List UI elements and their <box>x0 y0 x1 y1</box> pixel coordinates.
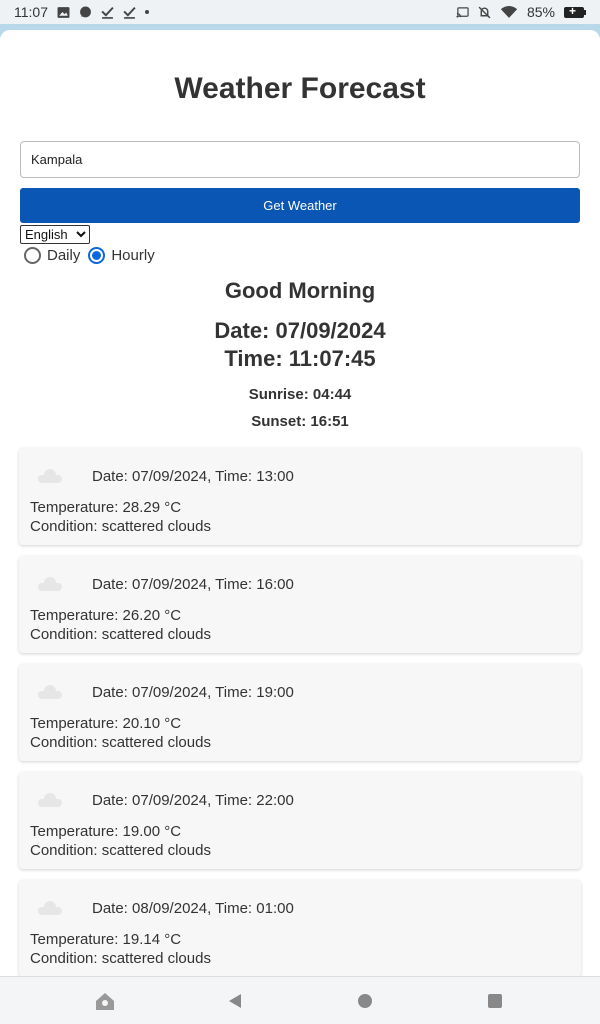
forecast-card-header: Date: 07/09/2024, Time: 16:00 <box>30 566 570 602</box>
check-icon <box>123 6 136 19</box>
check-icon <box>101 6 114 19</box>
forecast-temperature: Temperature: 20.10 °C <box>30 715 182 732</box>
back-icon[interactable] <box>223 989 247 1013</box>
forecast-datetime: Date: 08/09/2024, Time: 01:00 <box>92 899 294 917</box>
sunrise: Sunrise: 04:44 <box>248 386 352 403</box>
greeting: Good Morning <box>224 278 376 303</box>
forecast-temperature: Temperature: 19.14 °C <box>30 931 182 948</box>
sunset: Sunset: 16:51 <box>251 413 349 430</box>
cloud-icon <box>38 577 64 591</box>
cloud-icon <box>38 685 64 699</box>
city-input[interactable] <box>20 141 580 178</box>
status-time: 11:07 <box>14 4 48 20</box>
forecast-card: Date: 08/09/2024, Time: 01:00 Temperatur… <box>19 880 581 976</box>
battery-icon <box>564 4 586 18</box>
forecast-condition: Condition: scattered clouds <box>30 950 211 967</box>
status-right: 85% <box>456 4 586 20</box>
wifi-icon <box>500 5 518 18</box>
get-weather-button[interactable]: Get Weather <box>20 188 580 223</box>
dot-icon <box>145 10 149 14</box>
forecast-card: Date: 07/09/2024, Time: 22:00 Temperatur… <box>19 772 581 869</box>
current-time: Time: 11:07:45 <box>224 346 376 371</box>
daily-radio[interactable] <box>24 247 41 264</box>
battery-percent: 85% <box>526 4 555 20</box>
forecast-datetime: Date: 07/09/2024, Time: 22:00 <box>92 791 294 809</box>
mute-icon <box>478 6 491 18</box>
forecast-list: Date: 07/09/2024, Time: 13:00 Temperatur… <box>19 448 581 976</box>
forecast-card: Date: 07/09/2024, Time: 19:00 Temperatur… <box>19 664 581 761</box>
status-bar: 11:07 85% <box>0 0 600 24</box>
recents-icon[interactable] <box>483 989 507 1013</box>
forecast-card-header: Date: 08/09/2024, Time: 01:00 <box>30 890 570 926</box>
chat-icon <box>80 6 91 17</box>
forecast-condition: Condition: scattered clouds <box>30 626 211 643</box>
forecast-temperature: Temperature: 28.29 °C <box>30 499 182 516</box>
forecast-card-header: Date: 07/09/2024, Time: 13:00 <box>30 458 570 494</box>
app-sheet: Weather Forecast Get Weather English Dai… <box>0 30 600 976</box>
forecast-datetime: Date: 07/09/2024, Time: 13:00 <box>92 467 294 485</box>
image-icon <box>57 6 70 18</box>
daily-radio-label[interactable]: Daily <box>47 247 80 264</box>
forecast-condition: Condition: scattered clouds <box>30 734 211 751</box>
language-select[interactable]: English <box>20 225 90 244</box>
forecast-datetime: Date: 07/09/2024, Time: 16:00 <box>92 575 294 593</box>
current-date: Date: 07/09/2024 <box>214 318 386 343</box>
cloud-icon <box>38 901 64 915</box>
forecast-datetime: Date: 07/09/2024, Time: 19:00 <box>92 683 294 701</box>
forecast-card: Date: 07/09/2024, Time: 13:00 Temperatur… <box>19 448 581 545</box>
cast-icon <box>456 6 469 18</box>
cloud-icon <box>38 793 64 807</box>
forecast-temperature: Temperature: 26.20 °C <box>30 607 182 624</box>
view-mode-radios: Daily Hourly <box>24 247 600 264</box>
forecast-card-header: Date: 07/09/2024, Time: 22:00 <box>30 782 570 818</box>
status-left: 11:07 <box>14 4 149 20</box>
forecast-condition: Condition: scattered clouds <box>30 842 211 859</box>
cloud-icon <box>38 469 64 483</box>
circle-home-icon[interactable] <box>353 989 377 1013</box>
forecast-temperature: Temperature: 19.00 °C <box>30 823 182 840</box>
forecast-card-header: Date: 07/09/2024, Time: 19:00 <box>30 674 570 710</box>
hourly-radio-label[interactable]: Hourly <box>111 247 154 264</box>
page-title: Weather Forecast <box>174 72 426 105</box>
system-nav-bar <box>0 976 600 1024</box>
forecast-card: Date: 07/09/2024, Time: 16:00 Temperatur… <box>19 556 581 653</box>
home-icon[interactable] <box>93 989 117 1013</box>
forecast-condition: Condition: scattered clouds <box>30 518 211 535</box>
hourly-radio[interactable] <box>88 247 106 264</box>
